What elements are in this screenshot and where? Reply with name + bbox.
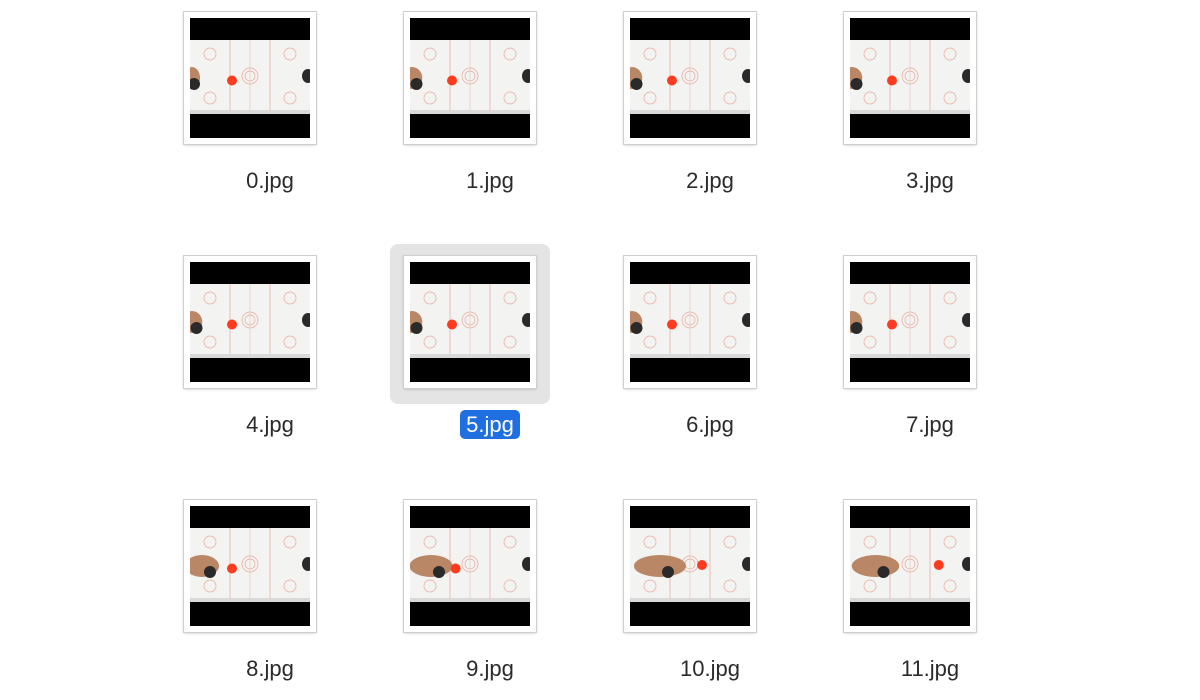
jpg-thumbnail-icon (404, 256, 536, 388)
file-name-text: 3.jpg (906, 168, 954, 193)
file-name-text: 9.jpg (466, 656, 514, 681)
jpg-thumbnail-icon (844, 256, 976, 388)
file-name-text: 5.jpg (460, 410, 520, 439)
jpg-thumbnail-icon (624, 12, 756, 144)
file-name-text: 7.jpg (906, 412, 954, 437)
file-thumbnail-tile[interactable] (610, 0, 770, 160)
file-name-text: 4.jpg (246, 412, 294, 437)
file-name-text: 0.jpg (246, 168, 294, 193)
jpg-thumbnail-icon (624, 256, 756, 388)
file-item[interactable]: 5.jpg (355, 244, 550, 444)
file-name-text: 2.jpg (686, 168, 734, 193)
jpg-thumbnail-icon (184, 500, 316, 632)
file-item[interactable]: 1.jpg (355, 0, 536, 200)
jpg-thumbnail-icon (624, 500, 756, 632)
file-thumbnail-tile[interactable] (170, 0, 330, 160)
file-item[interactable]: 7.jpg (795, 244, 976, 444)
file-name-text: 1.jpg (466, 168, 514, 193)
file-name[interactable]: 3.jpg (795, 168, 1065, 194)
file-thumbnail-tile[interactable] (170, 244, 330, 404)
file-item[interactable]: 9.jpg (355, 488, 536, 688)
file-grid: 0.jpg 1.jpg 2.jpg 3.jpg 4.jpg 5.jpg 6.jp… (0, 0, 1200, 700)
file-item[interactable]: 3.jpg (795, 0, 976, 200)
jpg-thumbnail-icon (844, 12, 976, 144)
file-item[interactable]: 10.jpg (575, 488, 756, 688)
file-item[interactable]: 6.jpg (575, 244, 756, 444)
file-thumbnail-tile[interactable] (390, 0, 550, 160)
jpg-thumbnail-icon (844, 500, 976, 632)
file-item[interactable]: 0.jpg (135, 0, 316, 200)
file-thumbnail-tile[interactable] (830, 0, 990, 160)
file-item[interactable]: 8.jpg (135, 488, 316, 688)
file-thumbnail-tile[interactable] (610, 488, 770, 648)
file-item[interactable]: 4.jpg (135, 244, 316, 444)
file-thumbnail-tile[interactable] (170, 488, 330, 648)
file-name-text: 8.jpg (246, 656, 294, 681)
file-item[interactable]: 11.jpg (795, 488, 976, 688)
file-name-text: 6.jpg (686, 412, 734, 437)
file-thumbnail-tile[interactable] (830, 488, 990, 648)
file-thumbnail-tile[interactable] (830, 244, 990, 404)
file-name[interactable]: 7.jpg (795, 412, 1065, 438)
jpg-thumbnail-icon (184, 12, 316, 144)
file-name-text: 10.jpg (680, 656, 740, 681)
jpg-thumbnail-icon (184, 256, 316, 388)
file-thumbnail-tile[interactable] (390, 488, 550, 648)
file-name-text: 11.jpg (900, 656, 960, 681)
jpg-thumbnail-icon (404, 12, 536, 144)
file-thumbnail-tile[interactable] (610, 244, 770, 404)
file-name[interactable]: 11.jpg (795, 656, 1065, 682)
file-thumbnail-tile[interactable] (390, 244, 550, 404)
jpg-thumbnail-icon (404, 500, 536, 632)
file-item[interactable]: 2.jpg (575, 0, 756, 200)
